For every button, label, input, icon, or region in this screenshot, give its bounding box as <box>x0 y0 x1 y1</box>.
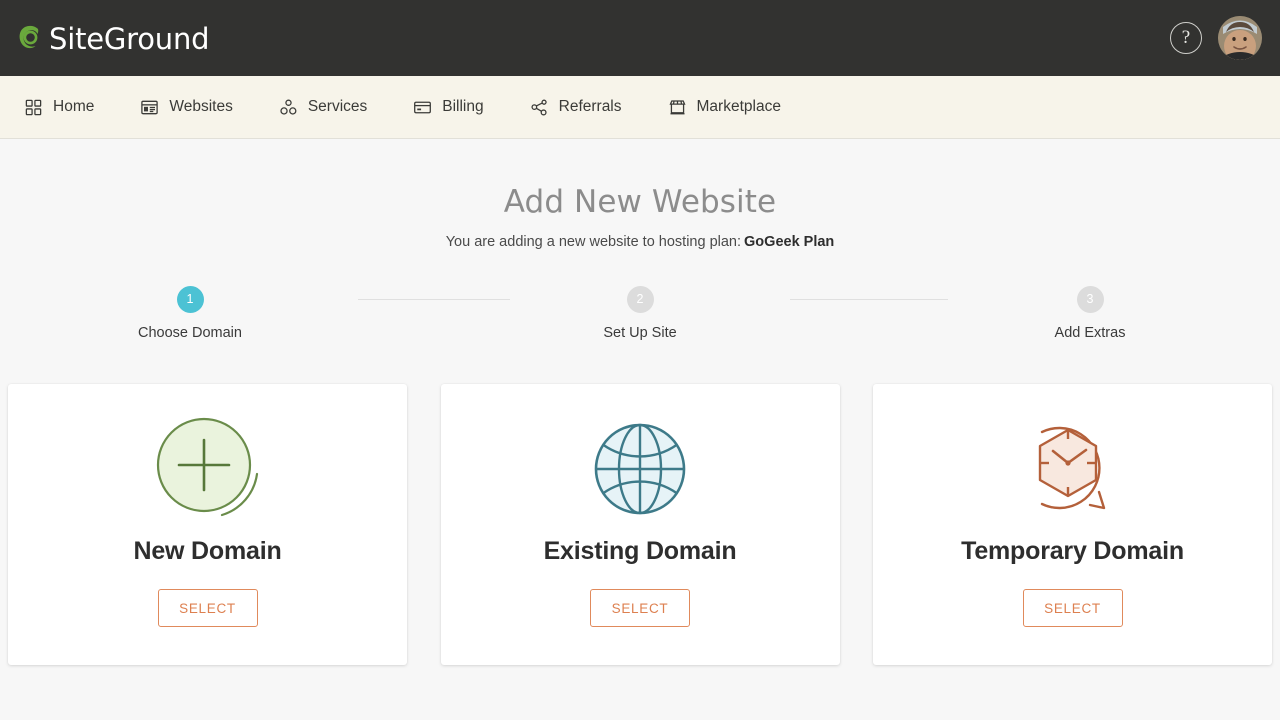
nav-label-billing: Billing <box>442 98 483 116</box>
nav-item-home[interactable]: Home <box>24 76 114 138</box>
stepper-step-2[interactable]: 2 Set Up Site <box>560 286 720 341</box>
card-temporary-domain[interactable]: Temporary Domain SELECT <box>873 384 1272 665</box>
storefront-icon <box>668 98 687 117</box>
help-icon[interactable]: ? <box>1170 22 1202 54</box>
progress-stepper: 1 Choose Domain 2 Set Up Site 3 Add Extr… <box>110 286 1170 341</box>
avatar[interactable] <box>1218 16 1262 60</box>
main-content: Add New Website You are adding a new web… <box>0 139 1280 720</box>
page-subtitle-prefix: You are adding a new website to hosting … <box>446 234 741 250</box>
hexagon-clock-refresh-icon <box>1020 417 1126 521</box>
stepper-step-3[interactable]: 3 Add Extras <box>1010 286 1170 341</box>
siteground-logo-text: SiteGround <box>49 25 209 54</box>
card-existing-domain[interactable]: Existing Domain SELECT <box>441 384 840 665</box>
nav-label-websites: Websites <box>169 98 232 116</box>
card-new-domain-title: New Domain <box>133 537 281 566</box>
siteground-logo[interactable]: SiteGround <box>16 22 209 54</box>
siteground-spiral-logo-icon <box>16 22 46 54</box>
card-existing-domain-title: Existing Domain <box>544 537 737 566</box>
share-nodes-icon <box>530 98 549 117</box>
nav-label-home: Home <box>53 98 94 116</box>
stepper-step-2-number[interactable]: 2 <box>627 286 654 313</box>
card-temporary-domain-icon-wrap <box>1020 415 1126 523</box>
page-subtitle: You are adding a new website to hosting … <box>0 234 1280 250</box>
card-temporary-domain-title: Temporary Domain <box>961 537 1184 566</box>
card-new-domain-icon-wrap <box>156 415 260 523</box>
card-new-domain[interactable]: New Domain SELECT <box>8 384 407 665</box>
stepper-connector-1 <box>358 299 510 300</box>
nav-label-marketplace: Marketplace <box>697 98 781 116</box>
cluster-dots-icon <box>279 98 298 117</box>
stepper-step-3-number[interactable]: 3 <box>1077 286 1104 313</box>
plus-circle-icon <box>156 417 260 521</box>
user-avatar-icon <box>1218 16 1262 60</box>
hosting-plan-name: GoGeek Plan <box>744 234 834 250</box>
nav-label-services: Services <box>308 98 367 116</box>
nav-item-billing[interactable]: Billing <box>413 76 503 138</box>
browser-window-icon <box>140 98 159 117</box>
stepper-step-2-label: Set Up Site <box>603 325 676 341</box>
stepper-step-3-label: Add Extras <box>1055 325 1126 341</box>
nav-item-referrals[interactable]: Referrals <box>530 76 642 138</box>
stepper-connector-2 <box>790 299 948 300</box>
main-navigation: Home Websites Services Billing <box>0 76 1280 139</box>
header-actions: ? <box>1170 16 1262 60</box>
nav-item-marketplace[interactable]: Marketplace <box>668 76 801 138</box>
nav-label-referrals: Referrals <box>559 98 622 116</box>
domain-option-cards: New Domain SELECT Existing Domain SELECT <box>0 384 1280 665</box>
card-existing-domain-icon-wrap <box>590 415 690 523</box>
nav-item-websites[interactable]: Websites <box>140 76 252 138</box>
credit-card-icon <box>413 98 432 117</box>
stepper-step-1-label: Choose Domain <box>138 325 242 341</box>
grid-icon <box>24 98 43 117</box>
globe-icon <box>590 419 690 519</box>
stepper-step-1-number[interactable]: 1 <box>177 286 204 313</box>
select-new-domain-button[interactable]: SELECT <box>158 589 258 627</box>
select-existing-domain-button[interactable]: SELECT <box>590 589 690 627</box>
stepper-step-1[interactable]: 1 Choose Domain <box>110 286 270 341</box>
select-temporary-domain-button[interactable]: SELECT <box>1023 589 1123 627</box>
nav-item-services[interactable]: Services <box>279 76 387 138</box>
page-title: Add New Website <box>0 184 1280 220</box>
top-header-bar: SiteGround ? <box>0 0 1280 76</box>
